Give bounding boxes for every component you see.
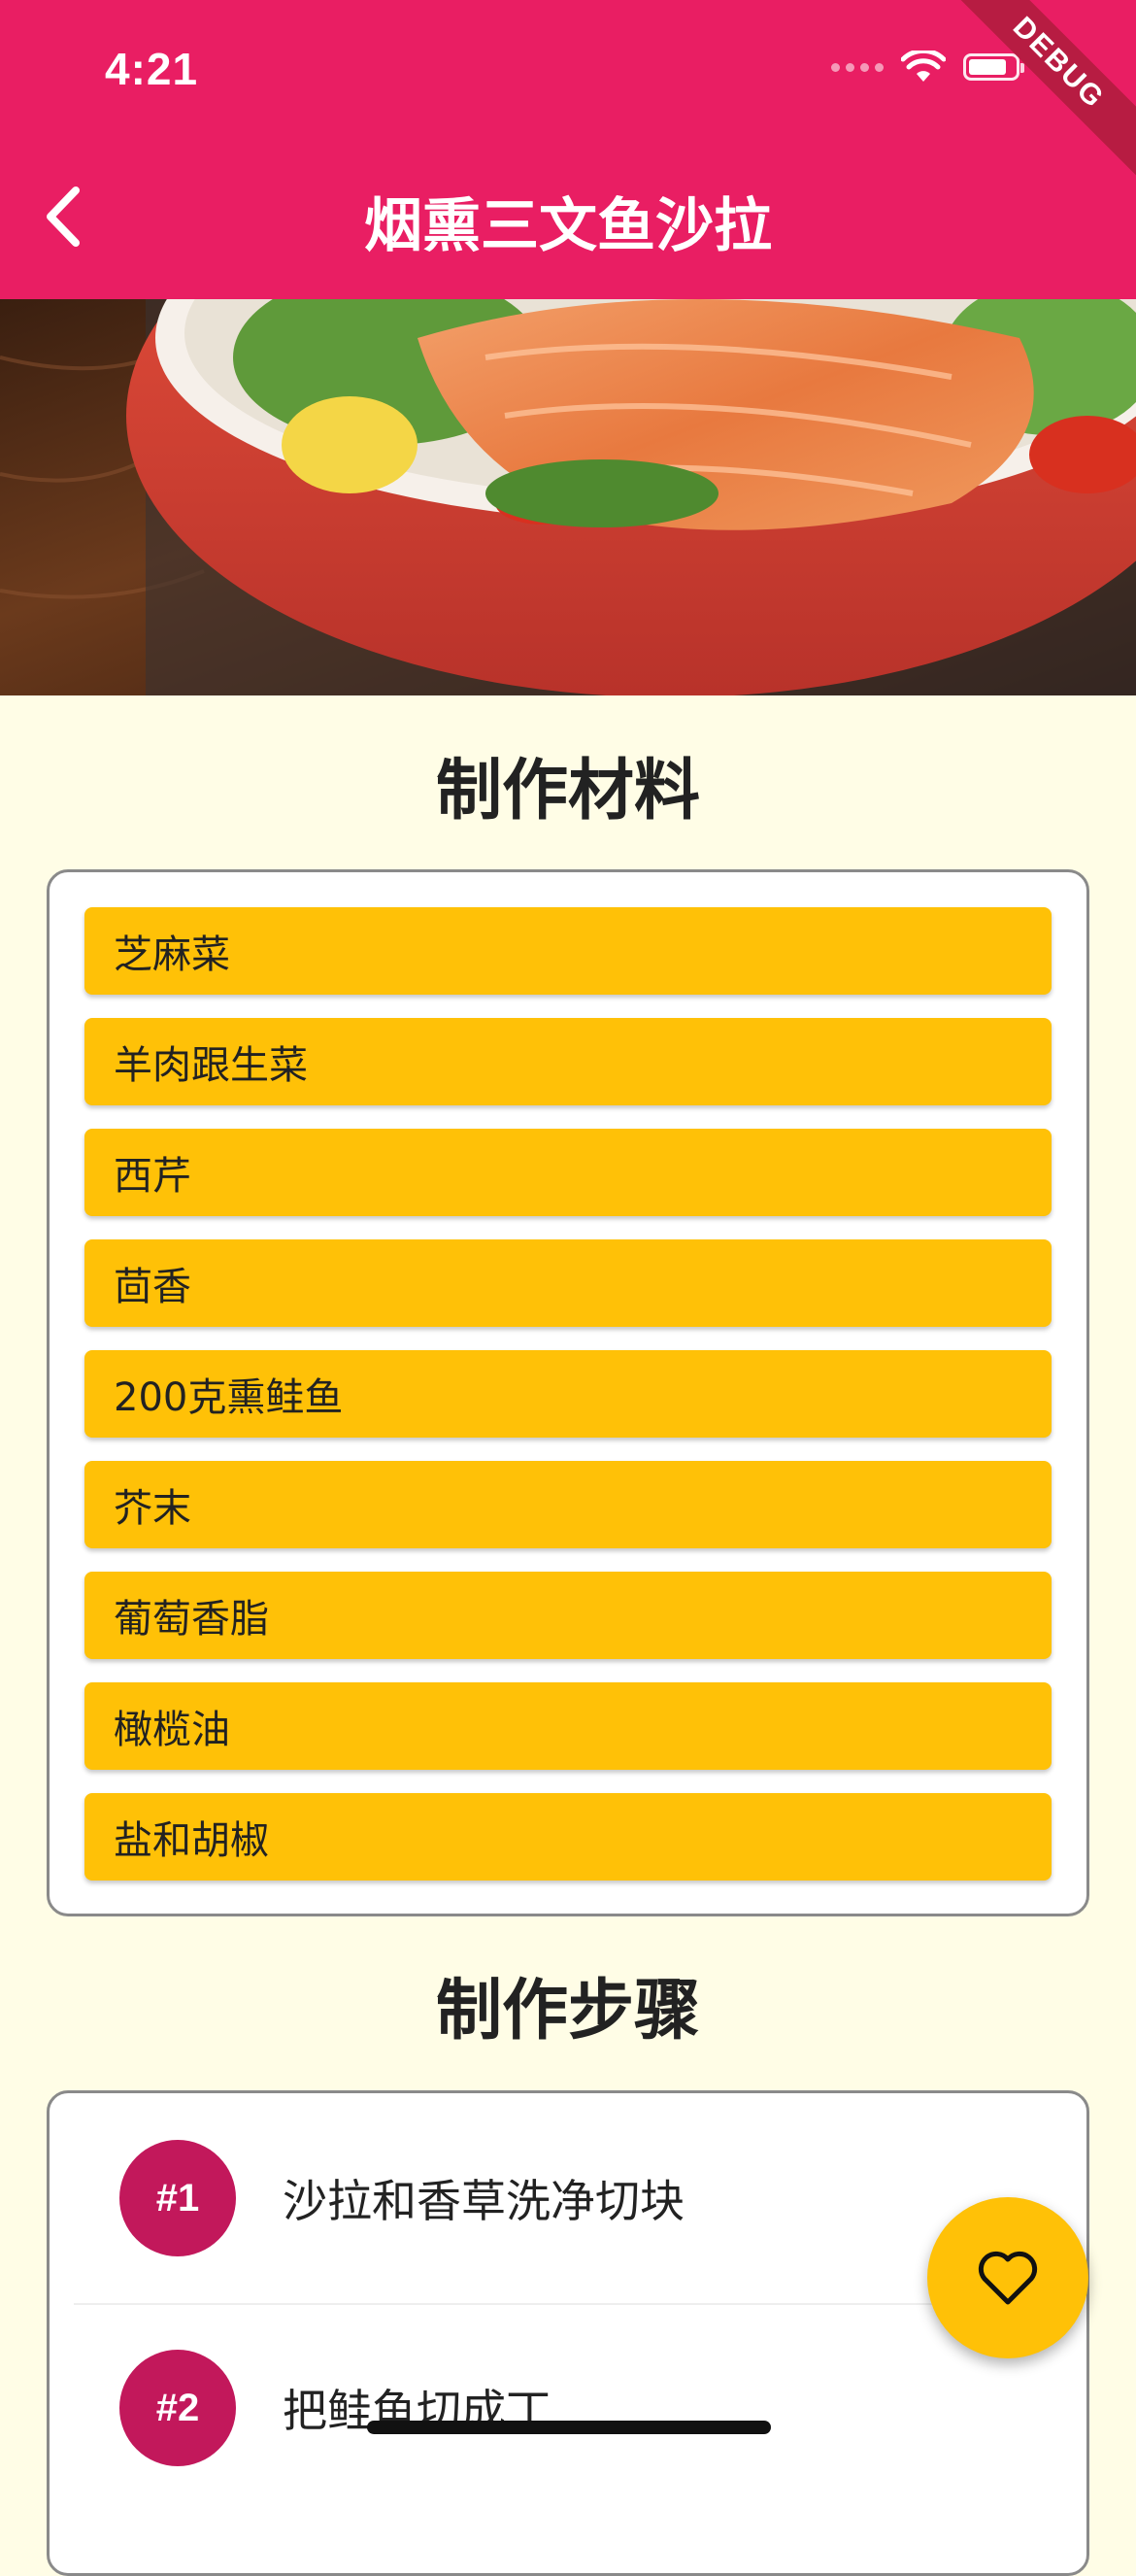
page-title: 烟熏三文鱼沙拉 bbox=[364, 192, 772, 260]
wifi-icon bbox=[901, 51, 946, 82]
salmon-salad-photo bbox=[0, 299, 1136, 695]
step-row[interactable]: #2 把鲑鱼切成丁 bbox=[74, 2303, 1064, 2513]
ingredient-item: 葡萄香脂 bbox=[84, 1572, 1052, 1659]
ingredient-item: 羊肉跟生菜 bbox=[84, 1018, 1052, 1105]
step-text: 沙拉和香草洗净切块 bbox=[283, 2175, 685, 2227]
app-bar: 4:21 DEBUG 烟熏三文鱼沙拉 bbox=[0, 0, 1136, 299]
ingredient-item: 西芹 bbox=[84, 1129, 1052, 1216]
steps-heading: 制作步骤 bbox=[435, 1973, 700, 2050]
step-number-badge: #2 bbox=[119, 2350, 236, 2466]
cellular-signal-icon bbox=[831, 62, 884, 72]
hero-image bbox=[0, 299, 1136, 695]
step-number-badge: #1 bbox=[119, 2140, 236, 2256]
ingredient-item: 200克熏鲑鱼 bbox=[84, 1350, 1052, 1438]
step-row[interactable]: #1 沙拉和香草洗净切块 bbox=[74, 2093, 1064, 2305]
ingredient-item: 盐和胡椒 bbox=[84, 1793, 1052, 1881]
debug-banner: DEBUG bbox=[938, 0, 1136, 184]
ingredients-card: 芝麻菜 羊肉跟生菜 西芹 茴香 200克熏鲑鱼 芥末 葡萄香脂 橄榄油 盐和胡椒 bbox=[47, 869, 1089, 1916]
steps-card[interactable]: #1 沙拉和香草洗净切块 #2 把鲑鱼切成丁 bbox=[47, 2090, 1089, 2576]
ingredient-item: 芝麻菜 bbox=[84, 907, 1052, 995]
ingredient-item: 芥末 bbox=[84, 1461, 1052, 1548]
battery-icon bbox=[963, 53, 1024, 81]
ingredients-list: 芝麻菜 羊肉跟生菜 西芹 茴香 200克熏鲑鱼 芥末 葡萄香脂 橄榄油 盐和胡椒 bbox=[84, 907, 1052, 1904]
ingredient-item: 茴香 bbox=[84, 1239, 1052, 1327]
ingredients-heading: 制作材料 bbox=[435, 753, 700, 830]
heart-icon bbox=[978, 2251, 1038, 2305]
home-indicator[interactable] bbox=[367, 2421, 771, 2434]
status-time: 4:21 bbox=[105, 44, 199, 94]
favorite-button[interactable] bbox=[927, 2197, 1088, 2358]
status-icons bbox=[831, 51, 1024, 84]
ingredient-item: 橄榄油 bbox=[84, 1682, 1052, 1770]
